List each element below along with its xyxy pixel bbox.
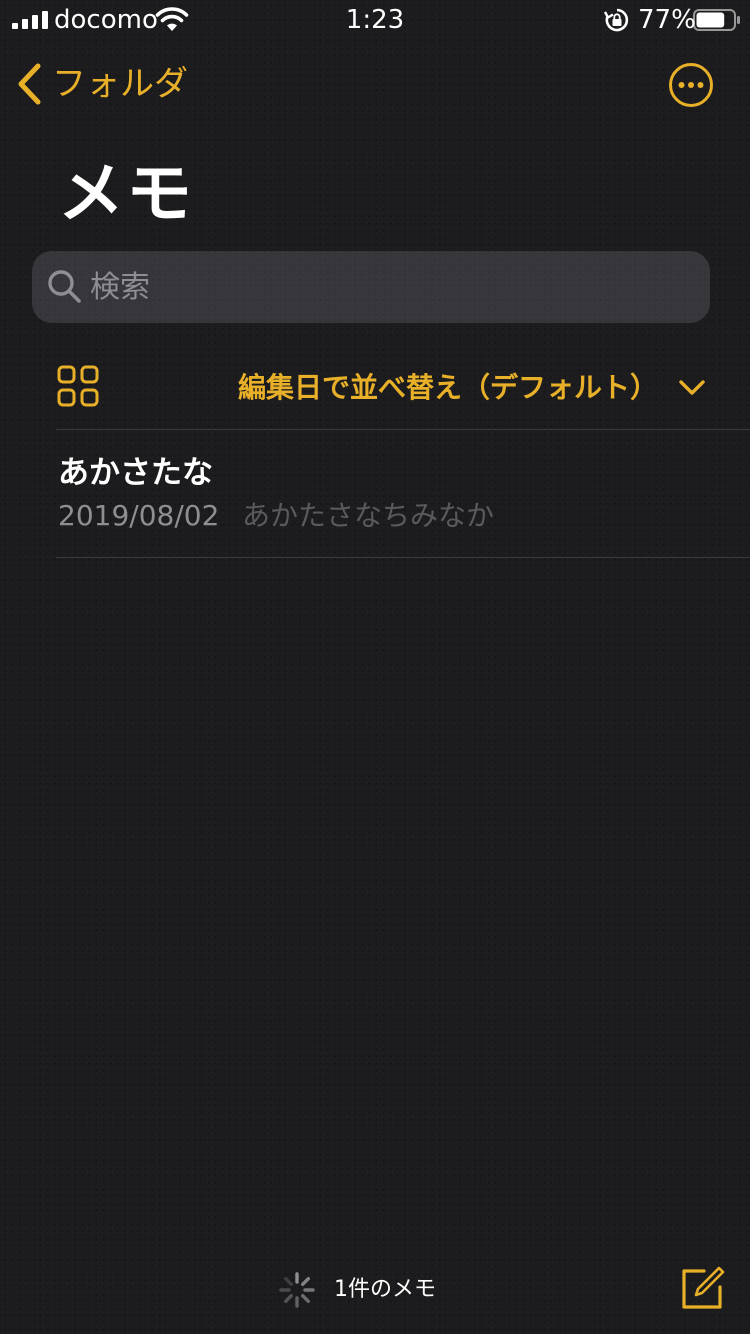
battery-percent: 77% xyxy=(638,5,696,35)
ellipsis-circle-icon[interactable] xyxy=(668,62,714,108)
sort-label: 編集日で並べ替え（デフォルト） xyxy=(237,371,658,404)
search-bar[interactable] xyxy=(32,251,710,323)
status-bar: docomo 1:23 77% xyxy=(0,0,750,40)
note-list-item[interactable]: あかさたな 2019/08/02 あかたさなちみなか xyxy=(56,431,750,557)
search-icon xyxy=(48,270,81,303)
battery-icon xyxy=(693,9,740,31)
note-title: あかさたな xyxy=(58,455,213,491)
divider xyxy=(56,557,750,558)
loading-spinner-icon xyxy=(279,1272,315,1308)
back-label: フォルダ xyxy=(52,64,188,104)
search-input[interactable] xyxy=(90,251,690,323)
note-date: 2019/08/02 xyxy=(58,499,220,532)
note-preview: あかたさなちみなか xyxy=(242,499,495,532)
page-title: メモ xyxy=(58,155,194,232)
chevron-down-icon xyxy=(679,380,705,395)
sort-button[interactable]: 編集日で並べ替え（デフォルト） xyxy=(238,366,706,410)
chevron-left-icon xyxy=(18,63,41,105)
note-count: 1件のメモ xyxy=(334,1277,436,1302)
rotation-lock-icon xyxy=(604,8,629,32)
gallery-grid-icon[interactable] xyxy=(56,364,100,408)
divider xyxy=(56,429,750,430)
back-button[interactable]: フォルダ xyxy=(14,58,188,110)
compose-icon[interactable] xyxy=(678,1265,726,1313)
